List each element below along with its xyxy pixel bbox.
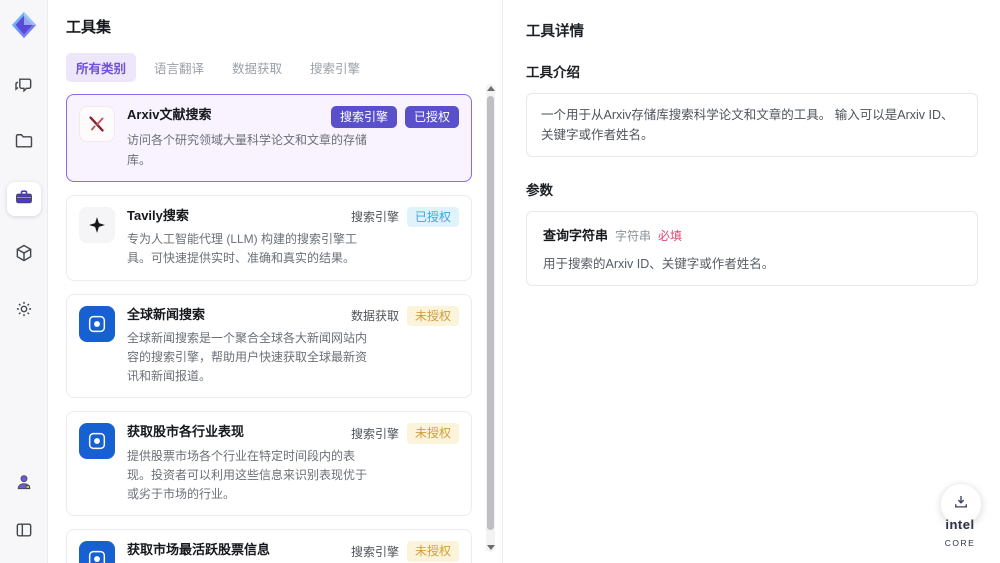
tool-tags: 搜索引擎 未授权	[341, 541, 459, 562]
globe-blue-icon	[79, 541, 115, 563]
tool-name: 获取股市各行业表现	[127, 424, 245, 440]
category-tag: 搜索引擎	[330, 106, 397, 129]
category-tag: 搜索引擎	[350, 210, 399, 225]
sidebar-item-panel-toggle[interactable]	[7, 515, 41, 549]
tool-cards: Arxiv文献搜索 搜索引擎 已授权 访问各个研究领域大量科学论文和文章的存储库。 Ta…	[66, 94, 502, 563]
sidebar-bottom	[7, 467, 41, 549]
auth-status-badge: 已授权	[404, 106, 459, 129]
tool-list-panel: 工具集 所有类别 语言翻译 数据获取 搜索引擎 Arxiv文献搜索 搜索引擎 已授权 访问各…	[48, 0, 503, 563]
tool-name: 全球新闻搜索	[127, 306, 206, 322]
globe-blue-icon	[79, 423, 115, 460]
sidebar-item-folder[interactable]	[7, 126, 41, 160]
tool-description: 访问各个研究领域大量科学论文和文章的存储库。	[127, 133, 368, 167]
tool-card-most-active-stocks[interactable]: 获取市场最活跃股票信息搜索引擎未授权提供当天交易量最高的股票列表，投资者可以利用…	[66, 529, 472, 563]
auth-status-badge: 未授权	[406, 423, 459, 444]
scrollbar-thumb[interactable]	[487, 96, 494, 530]
sidebar	[0, 0, 48, 563]
page-title: 工具集	[66, 19, 112, 36]
tool-name: 获取市场最活跃股票信息	[127, 542, 271, 558]
scroll-down-icon[interactable]	[487, 545, 495, 550]
tool-detail-panel: 工具详情 工具介绍 一个用于从Arxiv存储库搜索科学论文和文章的工具。 输入可…	[504, 0, 1000, 563]
app-logo-icon	[9, 10, 39, 40]
panel-toggle-icon	[14, 520, 34, 545]
tool-tags: 搜索引擎 未授权	[341, 423, 459, 444]
tab-all-categories[interactable]: 所有类别	[66, 53, 137, 82]
tab-search-engine[interactable]: 搜索引擎	[300, 53, 370, 82]
tool-card-tavily-search[interactable]: Tavily搜索 搜索引擎 已授权专为人工智能代理 (LLM) 构建的搜索引擎工具。…	[66, 194, 472, 281]
tavily-star-icon	[79, 206, 115, 243]
tool-description: 提供股票市场各个行业在特定时间段内的表现。投资者可以利用这些信息来识别表现优于或…	[127, 448, 368, 502]
tool-card-stock-sector-performance[interactable]: 获取股市各行业表现 搜索引擎 未授权提供股票市场各个行业在特定时间段内的表现。投资者…	[66, 411, 472, 517]
sidebar-item-settings[interactable]	[7, 294, 41, 328]
auth-status-badge: 未授权	[406, 541, 459, 562]
intro-heading: 工具介绍	[526, 65, 580, 80]
tool-tags: 搜索引擎 已授权	[341, 206, 459, 228]
detail-title: 工具详情	[526, 24, 584, 40]
user-icon	[14, 472, 34, 497]
intel-core-logo: intel CORE	[934, 516, 986, 551]
tool-tags: 搜索引擎 已授权	[321, 106, 459, 129]
category-tabs: 所有类别 语言翻译 数据获取 搜索引擎	[66, 53, 502, 82]
tool-name: Tavily搜索	[127, 207, 189, 223]
auth-status-badge: 已授权	[406, 206, 459, 228]
intro-text: 一个用于从Arxiv存储库搜索科学论文和文章的工具。 输入可以是Arxiv ID…	[526, 93, 978, 157]
brand-core: CORE	[944, 538, 976, 549]
auth-status-badge: 未授权	[406, 305, 459, 326]
folder-icon	[14, 131, 34, 156]
tool-description: 全球新闻搜索是一个聚合全球各大新闻网站内容的搜索引擎，帮助用户快速获取全球最新资…	[127, 330, 368, 384]
params-list: 查询字符串 字符串 必填用于搜索的Arxiv ID、关键字或作者姓名。	[526, 211, 978, 286]
arxiv-logo-icon	[79, 106, 115, 142]
tool-card-arxiv-search[interactable]: Arxiv文献搜索 搜索引擎 已授权访问各个研究领域大量科学论文和文章的存储库。	[66, 94, 472, 182]
chat-icon	[14, 75, 34, 100]
tab-data-fetch[interactable]: 数据获取	[222, 53, 292, 82]
sidebar-item-toolbox[interactable]	[6, 182, 41, 216]
sidebar-nav	[6, 70, 41, 328]
app-window: 工具集 所有类别 语言翻译 数据获取 搜索引擎 Arxiv文献搜索 搜索引擎 已授权 访问各…	[0, 0, 1000, 563]
tool-name: Arxiv文献搜索	[127, 107, 212, 122]
category-tag: 数据获取	[350, 309, 399, 324]
category-tag: 搜索引擎	[350, 545, 399, 560]
tool-card-global-news-search[interactable]: 全球新闻搜索 数据获取 未授权全球新闻搜索是一个聚合全球各大新闻网站内容的搜索引擎，…	[66, 293, 472, 399]
param-required-badge: 必填	[658, 229, 683, 243]
param-name: 查询字符串	[543, 228, 609, 243]
globe-blue-icon	[79, 305, 115, 342]
param-type: 字符串	[615, 229, 652, 243]
tool-description: 专为人工智能代理 (LLM) 构建的搜索引擎工具。可快速提供实时、准确和真实的结…	[127, 232, 358, 266]
toolbox-icon	[14, 187, 34, 212]
tool-tags: 数据获取 未授权	[341, 305, 459, 326]
category-tag: 搜索引擎	[350, 427, 399, 442]
param-card: 查询字符串 字符串 必填用于搜索的Arxiv ID、关键字或作者姓名。	[526, 211, 978, 286]
sidebar-item-chat[interactable]	[7, 70, 41, 104]
scroll-up-icon[interactable]	[487, 86, 495, 91]
scrollbar-track[interactable]	[486, 84, 495, 552]
settings-icon	[14, 299, 34, 324]
sidebar-item-package[interactable]	[7, 238, 41, 272]
brand-intel: intel	[945, 516, 975, 532]
tab-translation[interactable]: 语言翻译	[144, 53, 214, 82]
sidebar-item-user[interactable]	[7, 467, 41, 501]
params-heading: 参数	[526, 183, 553, 198]
param-description: 用于搜索的Arxiv ID、关键字或作者姓名。	[543, 257, 775, 271]
download-icon	[952, 493, 970, 516]
package-icon	[14, 243, 34, 268]
